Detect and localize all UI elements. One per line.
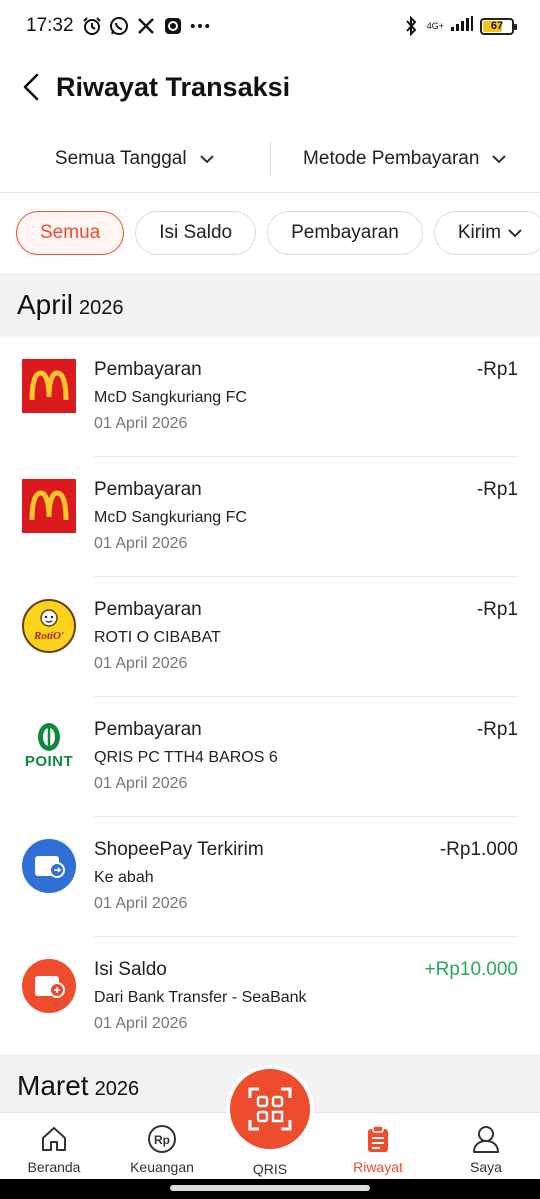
chip-semua[interactable]: Semua (16, 211, 125, 255)
transaction-amount: -Rp1 (476, 359, 518, 380)
transaction-amount: -Rp1.000 (439, 839, 518, 860)
nav-label: Keuangan (130, 1159, 194, 1175)
transaction-amount: -Rp1 (476, 719, 518, 740)
transaction-item[interactable]: Pembayaran McD Sangkuriang FC 01 April 2… (0, 337, 540, 457)
nav-riwayat[interactable]: Riwayat (324, 1113, 432, 1179)
home-gesture-pill[interactable] (170, 1185, 370, 1191)
home-icon (38, 1123, 70, 1155)
gesture-bar (0, 1179, 540, 1199)
chevron-down-icon (199, 154, 214, 163)
transaction-date: 01 April 2026 (94, 415, 188, 432)
chip-pembayaran[interactable]: Pembayaran (267, 211, 423, 255)
whatsapp-icon (109, 16, 129, 36)
month-name: April (17, 289, 74, 320)
transaction-date: 01 April 2026 (94, 535, 188, 552)
point-coffee-logo: POINT (22, 719, 76, 773)
qr-scan-icon (248, 1087, 292, 1131)
page-title: Riwayat Transaksi (56, 71, 291, 102)
status-bar: 17:32 4G+ 67 (0, 0, 540, 52)
transaction-amount: -Rp1 (476, 599, 518, 620)
transaction-list: Pembayaran McD Sangkuriang FC 01 April 2… (0, 337, 540, 1057)
rotio-logo: RotiO' (22, 599, 76, 653)
transaction-title: Isi Saldo (94, 959, 167, 980)
chevron-down-icon (492, 154, 507, 163)
mcdonalds-logo (22, 479, 76, 533)
back-arrow-icon (23, 73, 39, 101)
back-button[interactable] (22, 72, 44, 102)
battery-icon: 67 (480, 17, 517, 35)
transaction-item[interactable]: RotiO' Pembayaran ROTI O CIBABAT 01 Apri… (0, 577, 540, 697)
month-year: 2026 (94, 1077, 140, 1100)
transaction-merchant: Dari Bank Transfer - SeaBank (94, 989, 307, 1006)
chip-kirim-label: Kirim (457, 222, 502, 243)
method-filter-label: Metode Pembayaran (303, 147, 480, 169)
nav-label: Riwayat (353, 1159, 403, 1175)
status-time: 17:32 (26, 15, 74, 36)
transaction-merchant: McD Sangkuriang FC (94, 509, 247, 526)
nav-label: QRIS (252, 1161, 288, 1177)
svg-text:Rp: Rp (154, 1133, 170, 1147)
svg-text:RotiO': RotiO' (33, 630, 64, 642)
transaction-item[interactable]: Pembayaran McD Sangkuriang FC 01 April 2… (0, 457, 540, 577)
transaction-merchant: QRIS PC TTH4 BAROS 6 (94, 749, 278, 766)
transaction-item[interactable]: ShopeePay Terkirim Ke abah 01 April 2026… (0, 817, 540, 937)
nav-label: Saya (470, 1159, 502, 1175)
transaction-date: 01 April 2026 (94, 895, 188, 912)
transaction-item[interactable]: Isi Saldo Dari Bank Transfer - SeaBank 0… (0, 937, 540, 1057)
month-header-april: April 2026 (0, 273, 540, 337)
month-year: 2026 (79, 296, 124, 319)
date-filter-label: Semua Tanggal (54, 147, 187, 169)
transaction-date: 01 April 2026 (94, 655, 188, 672)
chevron-down-icon (508, 229, 522, 238)
method-filter-dropdown[interactable]: Metode Pembayaran (271, 125, 540, 192)
more-dots-icon (190, 16, 210, 36)
qris-scan-button[interactable] (226, 1065, 314, 1153)
transaction-title: Pembayaran (94, 599, 202, 620)
app-icon (163, 16, 183, 36)
transaction-item[interactable]: POINT Pembayaran QRIS PC TTH4 BAROS 6 01… (0, 697, 540, 817)
clipboard-icon (362, 1123, 394, 1155)
app-header: Riwayat Transaksi (0, 52, 540, 122)
transaction-date: 01 April 2026 (94, 1015, 188, 1032)
user-icon (470, 1123, 502, 1155)
transaction-date: 01 April 2026 (94, 775, 188, 792)
battery-level: 67 (490, 20, 504, 32)
nav-keuangan[interactable]: Rp Keuangan (108, 1113, 216, 1179)
bluetooth-icon (401, 16, 421, 36)
x-icon (136, 16, 156, 36)
date-filter-dropdown[interactable]: Semua Tanggal (0, 125, 270, 192)
point-logo-text: POINT (24, 753, 74, 770)
transaction-merchant: Ke abah (94, 869, 154, 886)
month-name: Maret (17, 1070, 89, 1101)
signal-icon (450, 15, 474, 37)
alarm-icon (82, 16, 102, 36)
transaction-merchant: ROTI O CIBABAT (94, 629, 221, 646)
transaction-title: Pembayaran (94, 359, 202, 380)
transaction-title: ShopeePay Terkirim (94, 839, 264, 860)
nav-saya[interactable]: Saya (432, 1113, 540, 1179)
transaction-merchant: McD Sangkuriang FC (94, 389, 247, 406)
mcdonalds-logo (22, 359, 76, 413)
nav-label: Beranda (27, 1159, 81, 1175)
rp-coin-icon: Rp (146, 1123, 178, 1155)
chip-isi-saldo[interactable]: Isi Saldo (135, 211, 257, 255)
category-chips: Semua Isi Saldo Pembayaran Kirim (0, 194, 540, 272)
filter-bar: Semua Tanggal Metode Pembayaran (0, 125, 540, 193)
wallet-topup-icon (22, 959, 76, 1013)
chip-kirim[interactable]: Kirim (433, 211, 540, 255)
nav-beranda[interactable]: Beranda (0, 1113, 108, 1179)
transaction-amount: -Rp1 (476, 479, 518, 500)
transaction-amount: +Rp10.000 (424, 959, 519, 980)
wallet-transfer-icon (22, 839, 76, 893)
transaction-title: Pembayaran (94, 719, 202, 740)
transaction-title: Pembayaran (94, 479, 202, 500)
network-type: 4G+ (426, 20, 444, 31)
